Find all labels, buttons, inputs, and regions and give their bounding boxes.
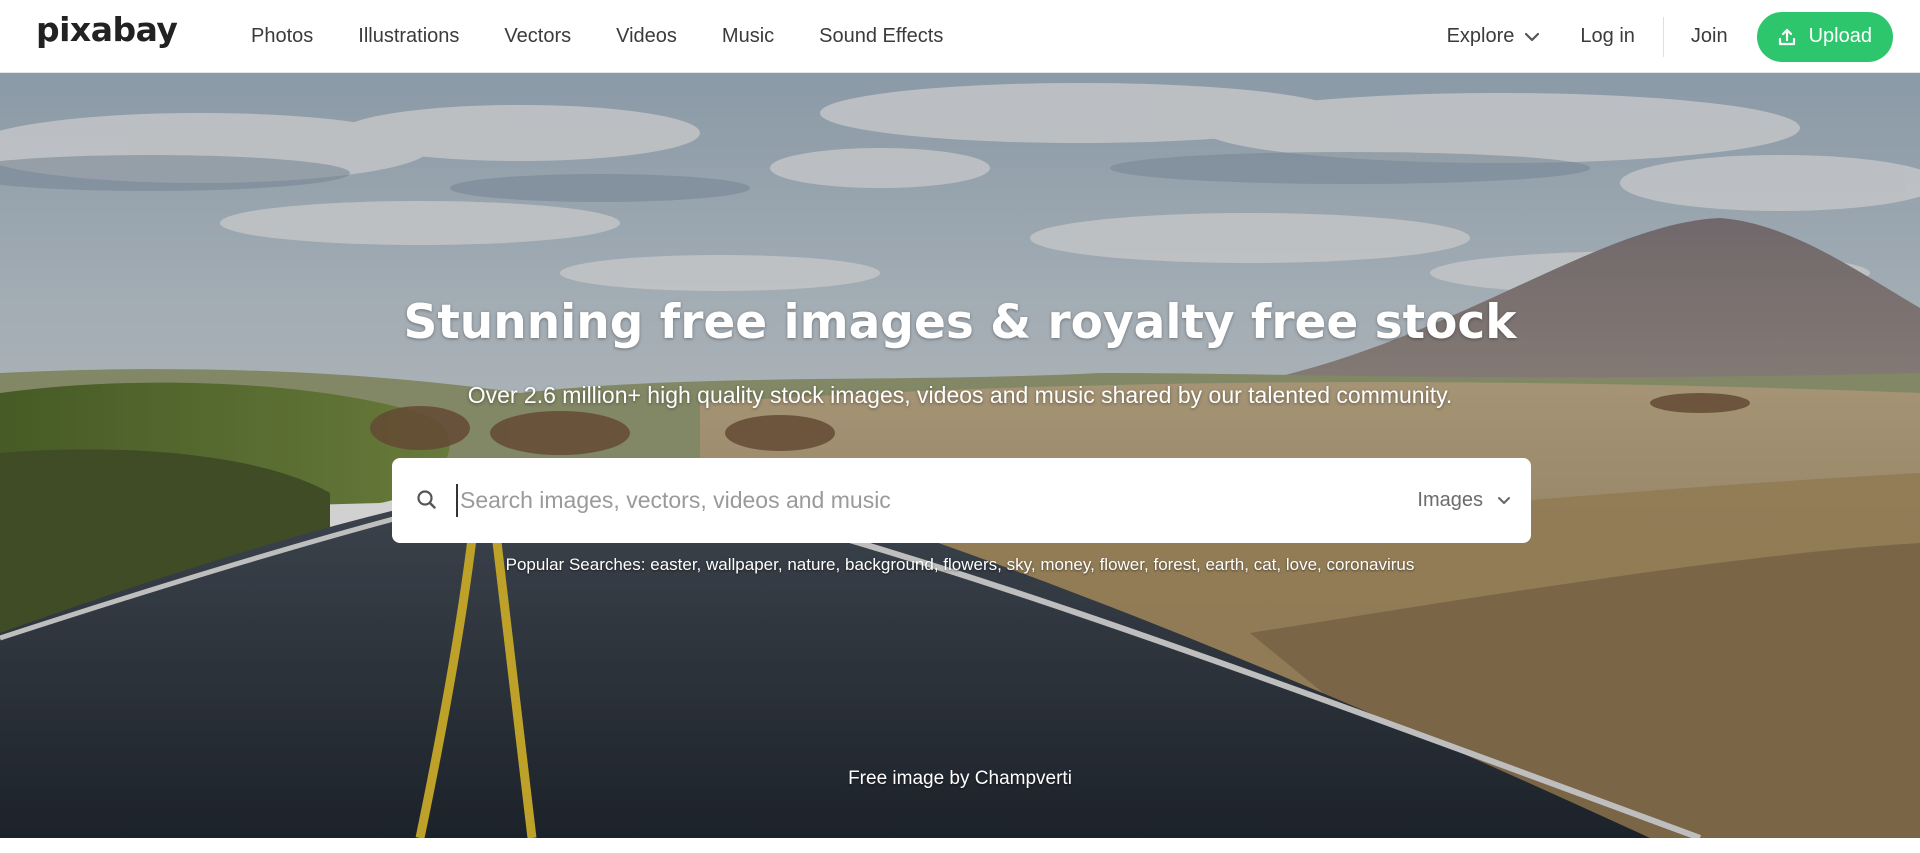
popular-search-term[interactable]: cat [1254, 555, 1277, 574]
page-bottom-strip [0, 838, 1920, 853]
chevron-down-icon [1525, 32, 1540, 41]
image-credit-link[interactable]: Free image by Champverti [0, 768, 1920, 790]
upload-icon [1778, 28, 1795, 45]
popular-search-term[interactable]: coronavirus [1327, 555, 1415, 574]
search-icon[interactable] [414, 487, 440, 513]
popular-search-term[interactable]: background [845, 555, 934, 574]
media-type-select[interactable]: Images [1417, 458, 1511, 543]
top-navbar: pixabay Photos Illustrations Vectors Vid… [0, 0, 1920, 73]
popular-search-term[interactable]: forest [1153, 555, 1196, 574]
popular-search-term[interactable]: wallpaper [706, 555, 778, 574]
popular-search-term[interactable]: flowers [943, 555, 997, 574]
explore-label: Explore [1446, 25, 1515, 47]
popular-searches: Popular Searches: easter, wallpaper, nat… [0, 555, 1920, 575]
main-nav: Photos Illustrations Vectors Videos Musi… [251, 0, 988, 73]
upload-label: Upload [1808, 25, 1872, 47]
nav-photos[interactable]: Photos [251, 25, 313, 48]
media-type-selected: Images [1417, 489, 1483, 511]
search-bar: Images [392, 458, 1531, 543]
popular-search-term[interactable]: flower [1100, 555, 1144, 574]
login-link[interactable]: Log in [1580, 16, 1664, 57]
popular-search-term[interactable]: sky [1007, 555, 1031, 574]
hero-overlay [0, 73, 1920, 838]
popular-search-term[interactable]: love [1286, 555, 1317, 574]
popular-search-term[interactable]: easter [650, 555, 696, 574]
nav-sound-effects[interactable]: Sound Effects [819, 25, 943, 48]
popular-search-term[interactable]: nature [787, 555, 835, 574]
chevron-down-icon [1498, 497, 1510, 504]
explore-menu-button[interactable]: Explore [1447, 25, 1541, 48]
hero-subtitle: Over 2.6 million+ high quality stock ima… [467, 382, 1453, 408]
upload-button[interactable]: Upload [1756, 11, 1893, 62]
search-input[interactable] [456, 484, 1276, 517]
hero-headline: Stunning free images & royalty free stoc… [403, 295, 1517, 350]
nav-illustrations[interactable]: Illustrations [358, 25, 459, 48]
join-link[interactable]: Join [1691, 25, 1728, 48]
popular-search-term[interactable]: earth [1205, 555, 1244, 574]
nav-vectors[interactable]: Vectors [504, 25, 571, 48]
nav-videos[interactable]: Videos [616, 25, 677, 48]
pixabay-logo[interactable]: pixabay [36, 10, 178, 49]
popular-search-term[interactable]: money [1040, 555, 1090, 574]
popular-searches-label: Popular Searches: [505, 555, 646, 574]
nav-music[interactable]: Music [722, 25, 774, 48]
account-nav: Explore Log in Join Upload [1447, 0, 1893, 73]
hero-section: Stunning free images & royalty free stoc… [0, 73, 1920, 838]
popular-terms-list: easter, wallpaper, nature, background, f… [650, 555, 1415, 574]
